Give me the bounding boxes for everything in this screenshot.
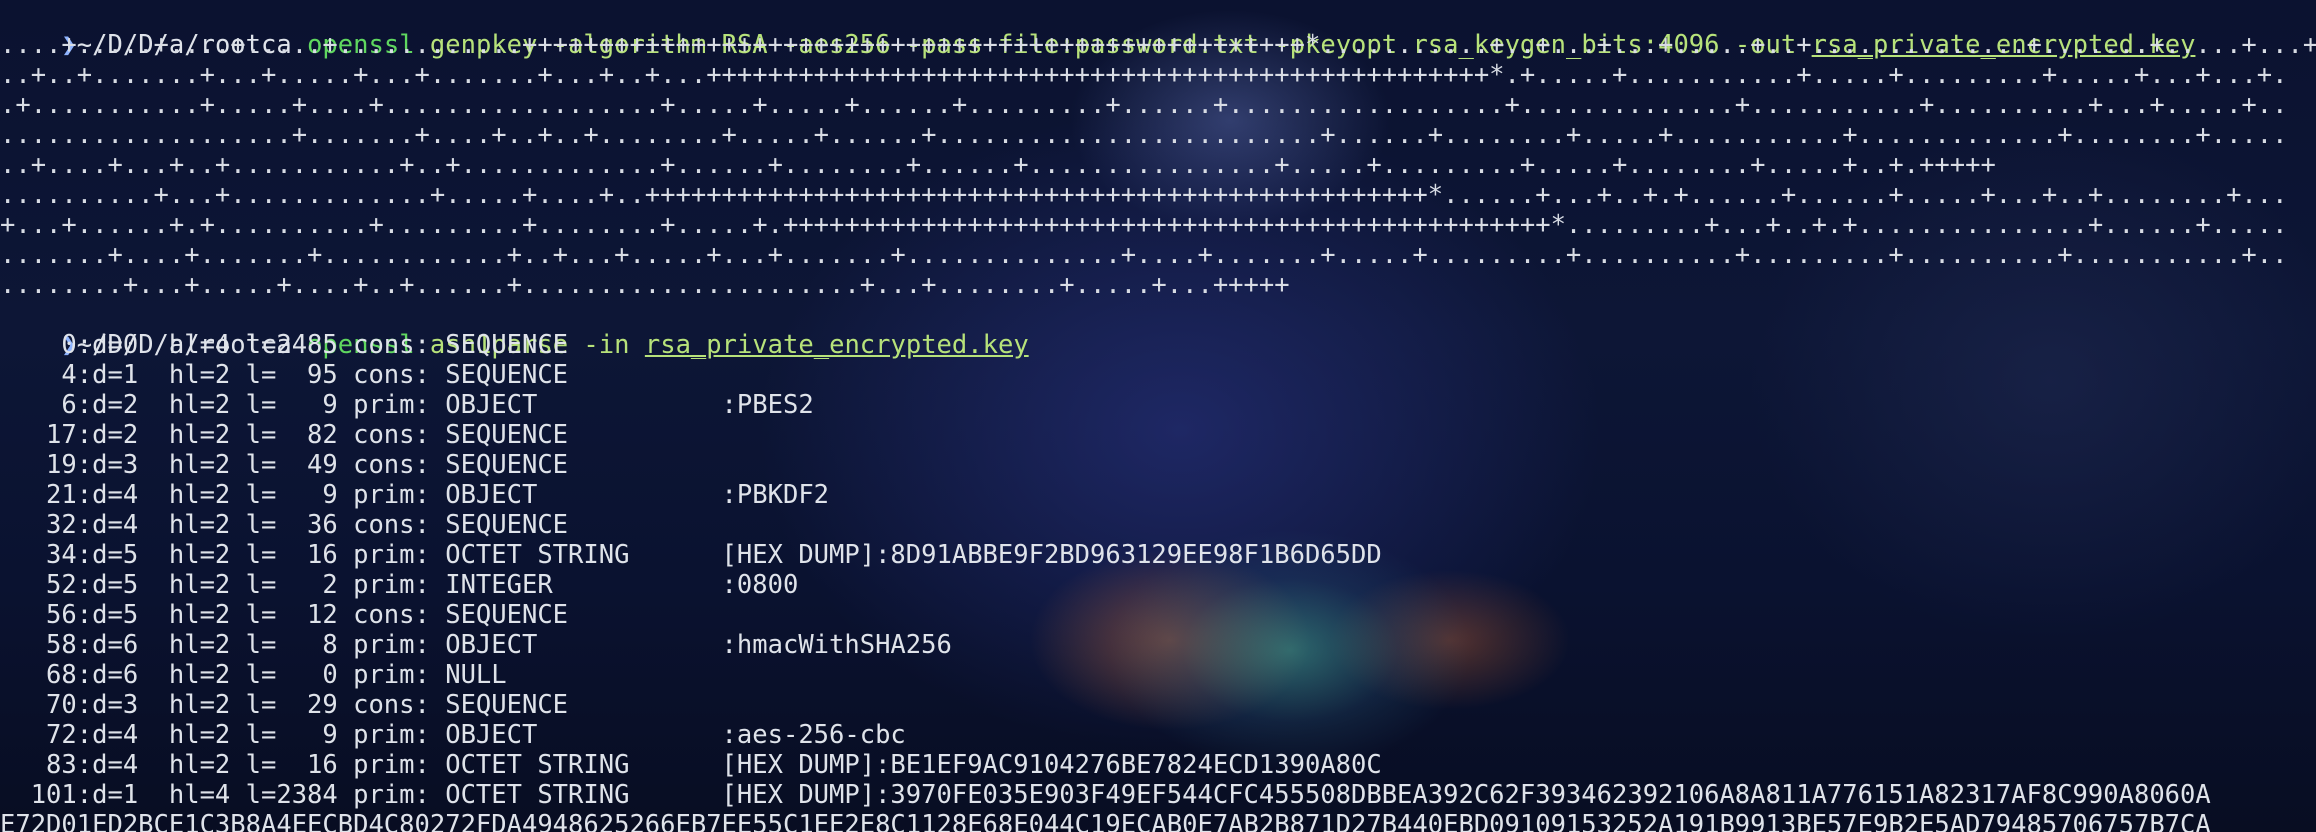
asn1-output-line: 72:d=4 hl=2 l= 9 prim: OBJECT :aes-256-c…: [0, 720, 906, 750]
asn1-output-line: 70:d=3 hl=2 l= 29 cons: SEQUENCE: [0, 690, 569, 720]
asn1-output-line: 34:d=5 hl=2 l= 16 prim: OCTET STRING [HE…: [0, 540, 1382, 570]
keygen-progress-line: ..+..+.......+...+.....+...+.......+...+…: [0, 60, 2288, 90]
asn1-output-line: 0:d=0 hl=4 l=2485 cons: SEQUENCE: [0, 330, 569, 360]
asn1-output-line: 21:d=4 hl=2 l= 9 prim: OBJECT :PBKDF2: [0, 480, 830, 510]
keygen-progress-line: ....+.....+....+.....+............++++++…: [0, 30, 2316, 60]
keygen-progress-line: ........+...+.....+....+..+......+......…: [0, 270, 1290, 300]
keygen-progress-line: .+...........+.....+....+...............…: [0, 90, 2288, 120]
asn1-output-line: 58:d=6 hl=2 l= 8 prim: OBJECT :hmacWithS…: [0, 630, 952, 660]
command-line-asn1parse: ❯~/D/D/a/rootca openssl asn1parse -in rs…: [0, 300, 1028, 360]
asn1-output-line: 4:d=1 hl=2 l= 95 cons: SEQUENCE: [0, 360, 569, 390]
asn1-output-line: 56:d=5 hl=2 l= 12 cons: SEQUENCE: [0, 600, 569, 630]
terminal-window[interactable]: ❯~/D/D/a/rootca openssl genpkey -algorit…: [0, 0, 2316, 832]
asn1-output-line: 52:d=5 hl=2 l= 2 prim: INTEGER :0800: [0, 570, 799, 600]
keygen-progress-line: ..........+...+.............+.....+....+…: [0, 180, 2288, 210]
asn1-output-line: 17:d=2 hl=2 l= 82 cons: SEQUENCE: [0, 420, 569, 450]
keygen-progress-line: .......+....+.......+............+..+...…: [0, 240, 2288, 270]
command-line-genpkey: ❯~/D/D/a/rootca openssl genpkey -algorit…: [0, 0, 2195, 60]
input-file-link[interactable]: rsa_private_encrypted.key: [645, 330, 1029, 360]
keygen-progress-line: ..+....+...+..+...........+..+..........…: [0, 150, 1996, 180]
asn1-output-line: 83:d=4 hl=2 l= 16 prim: OCTET STRING [HE…: [0, 750, 1382, 780]
asn1-output-line: 6:d=2 hl=2 l= 9 prim: OBJECT :PBES2: [0, 390, 814, 420]
asn1-output-line: 68:d=6 hl=2 l= 0 prim: NULL: [0, 660, 507, 690]
asn1-output-line: 32:d=4 hl=2 l= 36 cons: SEQUENCE: [0, 510, 569, 540]
keygen-progress-line: +...+......+.+..........+.........+.....…: [0, 210, 2288, 240]
asn1-output-line: E72D01ED2BCE1C3B8A4EECBD4C80272FDA494862…: [0, 810, 2211, 832]
keygen-progress-line: ...................+.......+....+..+..+.…: [0, 120, 2288, 150]
asn1-output-line: 101:d=1 hl=4 l=2384 prim: OCTET STRING […: [0, 780, 2211, 810]
asn1-output-line: 19:d=3 hl=2 l= 49 cons: SEQUENCE: [0, 450, 569, 480]
